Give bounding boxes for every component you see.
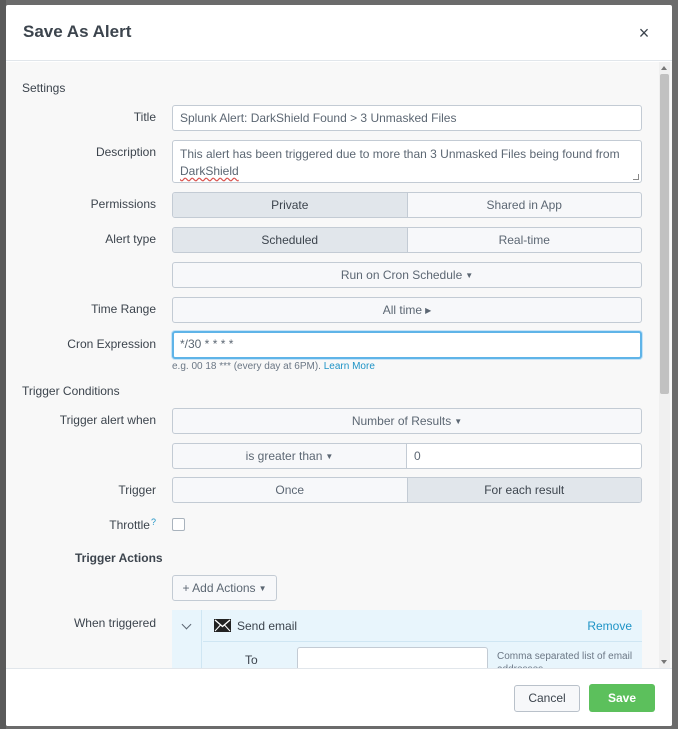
trigger-actions-title: Trigger Actions: [75, 551, 163, 565]
save-button[interactable]: Save: [589, 684, 655, 712]
permissions-private[interactable]: Private: [173, 193, 408, 217]
schedule-dropdown-label: Run on Cron Schedule: [340, 268, 463, 282]
alert-type-label: Alert type: [105, 232, 156, 246]
caret-down-icon: ▼: [325, 452, 334, 461]
schedule-dropdown[interactable]: Run on Cron Schedule ▼: [172, 262, 642, 288]
modal-footer: Cancel Save: [6, 668, 672, 726]
alert-type-scheduled[interactable]: Scheduled: [173, 228, 408, 252]
time-range-label: Time Range: [91, 302, 156, 316]
throttle-checkbox[interactable]: [172, 518, 185, 531]
throttle-label-row: Throttle?: [6, 517, 156, 532]
modal-header: Save As Alert ×: [6, 5, 672, 61]
trigger-when-dropdown[interactable]: Number of Results ▼: [172, 408, 642, 434]
cron-expression-input[interactable]: */30 * * * *: [172, 331, 642, 359]
when-triggered-label: When triggered: [73, 616, 156, 630]
add-actions-button[interactable]: + Add Actions ▼: [172, 575, 277, 601]
cancel-button[interactable]: Cancel: [514, 685, 580, 712]
scroll-thumb[interactable]: [660, 74, 669, 394]
chevron-down-icon: [181, 619, 192, 630]
cron-help-text: e.g. 00 18 *** (every day at 6PM). Learn…: [172, 361, 375, 372]
envelope-icon: [214, 619, 231, 632]
add-actions-label: + Add Actions: [182, 581, 256, 595]
scrollbar[interactable]: [659, 62, 670, 668]
title-label: Title: [133, 110, 156, 124]
condition-row: is greater than ▼ 0: [172, 443, 642, 469]
trigger-toggle: Once For each result: [172, 477, 642, 503]
modal-title: Save As Alert: [23, 22, 132, 41]
caret-down-icon: ▼: [258, 584, 267, 593]
action-title: Send email: [237, 619, 298, 633]
description-line1: This alert has been triggered due to mor…: [180, 147, 620, 161]
scroll-up-icon[interactable]: [661, 66, 667, 70]
remove-action-link[interactable]: Remove: [587, 619, 632, 633]
description-textarea[interactable]: This alert has been triggered due to mor…: [172, 140, 642, 183]
permissions-label: Permissions: [90, 197, 156, 211]
learn-more-link[interactable]: Learn More: [324, 361, 375, 372]
description-label: Description: [95, 145, 156, 159]
caret-down-icon: ▼: [454, 417, 463, 426]
resize-handle[interactable]: [633, 174, 639, 180]
scroll-down-icon[interactable]: [661, 660, 667, 664]
cron-help-example: e.g. 00 18 *** (every day at 6PM).: [172, 361, 321, 372]
comparison-dropdown[interactable]: is greater than ▼: [172, 443, 407, 469]
to-help-text: Comma separated list of email addresses.: [497, 651, 633, 668]
send-email-action-panel: Send email Remove To Comma separated lis…: [172, 610, 642, 668]
time-range-value: All time: [382, 303, 423, 317]
description-line2: DarkShield: [180, 164, 239, 178]
action-header: Send email Remove: [203, 610, 642, 642]
permissions-toggle: Private Shared in App: [172, 192, 642, 218]
trigger-once[interactable]: Once: [173, 478, 408, 502]
to-label: To: [245, 653, 258, 667]
trigger-label: Trigger: [118, 483, 156, 497]
help-icon[interactable]: ?: [151, 517, 156, 527]
to-email-input[interactable]: [297, 647, 488, 668]
save-as-alert-dialog: Save As Alert × Settings Title Splunk Al…: [6, 5, 672, 726]
title-input[interactable]: Splunk Alert: DarkShield Found > 3 Unmas…: [172, 105, 642, 131]
alert-type-toggle: Scheduled Real-time: [172, 227, 642, 253]
throttle-label: Throttle: [109, 518, 150, 532]
caret-right-icon: ▶: [425, 306, 432, 315]
close-icon[interactable]: ×: [636, 24, 652, 42]
threshold-input[interactable]: 0: [406, 443, 642, 469]
alert-type-realtime[interactable]: Real-time: [408, 228, 642, 252]
trigger-for-each-result[interactable]: For each result: [407, 478, 641, 502]
cron-expression-label: Cron Expression: [67, 337, 156, 351]
permissions-shared-in-app[interactable]: Shared in App: [408, 193, 642, 217]
trigger-conditions-title: Trigger Conditions: [22, 384, 120, 398]
time-range-picker[interactable]: All time ▶: [172, 297, 642, 323]
comparison-value: is greater than: [245, 449, 323, 463]
settings-section-title: Settings: [22, 81, 66, 95]
caret-down-icon: ▼: [465, 271, 474, 280]
trigger-when-value: Number of Results: [351, 414, 452, 428]
collapse-toggle[interactable]: [172, 610, 202, 668]
trigger-when-label: Trigger alert when: [59, 413, 156, 427]
modal-body: Settings Title Splunk Alert: DarkShield …: [6, 62, 672, 668]
